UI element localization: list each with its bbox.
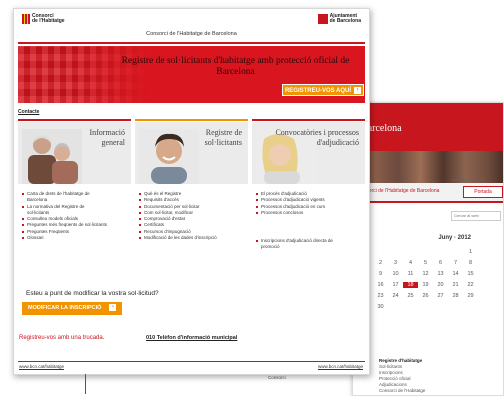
calendar-day[interactable]: 29 xyxy=(463,293,478,299)
column-panel: Informació general xyxy=(18,122,131,184)
calendar-day[interactable]: 5 xyxy=(418,260,433,266)
calendar-day[interactable]: 3 xyxy=(388,260,403,266)
info-columns: Informació general Carta de drets de l'h… xyxy=(18,119,365,289)
footer-url-left[interactable]: www.bcn.cat/habitatge xyxy=(19,364,64,369)
list-item[interactable]: Processos conclosos xyxy=(256,210,325,216)
calendar-day[interactable]: 7 xyxy=(448,260,463,266)
calendar-day[interactable]: 6 xyxy=(433,260,448,266)
column-panel: Registre de sol·licitants xyxy=(135,122,248,184)
call-to-register: Registreu-vos amb una trucada. xyxy=(19,335,105,341)
calendar-day[interactable]: 26 xyxy=(418,293,433,299)
consorci-logo[interactable]: Consorci de l'Habitatge xyxy=(22,13,65,25)
register-button[interactable]: REGISTREU-VOS AQUÍ › xyxy=(282,84,364,96)
column-divider xyxy=(18,119,131,121)
caption-tick xyxy=(85,374,86,394)
registry-links: Què és el Registre Requisits d'accés Doc… xyxy=(139,191,217,241)
back-block-line[interactable]: Consorci de l'Habitatge xyxy=(379,388,479,394)
footer-url-right[interactable]: www.bcn.cat/habitatge xyxy=(318,364,363,369)
calendar-day[interactable]: 4 xyxy=(403,260,418,266)
back-search-input[interactable]: Cercar al web xyxy=(451,211,501,221)
register-button-label: REGISTREU-VOS AQUÍ xyxy=(284,88,352,94)
calendar-day[interactable]: 8 xyxy=(463,260,478,266)
modify-button-label: MODIFICAR LA INSCRIPCIÓ xyxy=(28,305,102,311)
direct-award-links: Inscripcions d'adjudicació directa de pr… xyxy=(256,238,333,251)
arrow-right-icon: › xyxy=(109,304,117,312)
modify-prompt: Esteu a punt de modificar la vostra sol·… xyxy=(26,290,159,297)
ajuntament-logo[interactable]: Ajuntament de Barcelona xyxy=(317,13,361,25)
calendar-day[interactable]: 1 xyxy=(463,249,478,255)
column-title: Informació general xyxy=(89,128,125,147)
calendar-day[interactable]: 13 xyxy=(433,271,448,277)
column-calls: Convocatòries i processos d'adjudicació … xyxy=(252,119,365,289)
calendar-day[interactable]: 22 xyxy=(463,282,478,288)
general-info-links: Carta de drets de l'habitatge de Barcelo… xyxy=(22,191,107,241)
council-name: Consorci de l'Habitatge de Barcelona xyxy=(146,31,237,37)
logo-line: de l'Habitatge xyxy=(32,18,65,24)
column-registry: Registre de sol·licitants Què és el Regi… xyxy=(135,119,248,289)
column-title: Registre de sol·licitants xyxy=(204,128,242,147)
header-divider xyxy=(18,42,365,44)
calendar-day[interactable]: 16 xyxy=(373,282,388,288)
back-nav: Habitatge en cerca Consorci de l'Habitat… xyxy=(353,177,503,203)
calendar-day[interactable]: 21 xyxy=(448,282,463,288)
calendar-day[interactable]: 17 xyxy=(388,282,403,288)
column-divider xyxy=(135,119,248,121)
calendar-day[interactable]: 9 xyxy=(373,271,388,277)
consorci-logo-mark xyxy=(22,14,30,24)
list-item[interactable]: Glossari xyxy=(22,235,107,241)
calendar-day[interactable]: 12 xyxy=(418,271,433,277)
calendar-grid: 1 2 3 4 5 6 7 8 9 10 11 12 13 14 15 16 17 18 19 20 21 22 23 24 2… xyxy=(373,249,495,310)
column-title: Convocatòries i processos d'adjudicació xyxy=(275,128,359,147)
calendar: Juny · 2012 1 2 3 4 5 6 7 8 9 10 11 12 13 14 15 16 17 18 1… xyxy=(373,235,495,310)
back-footer: Consorci xyxy=(268,375,286,380)
calendar-day[interactable]: 28 xyxy=(448,293,463,299)
calendar-day[interactable]: 10 xyxy=(388,271,403,277)
phone-link[interactable]: 010 Telèfon d'informació municipal xyxy=(146,335,237,341)
calls-links: El procés d'adjudicació Processos d'adju… xyxy=(256,191,325,216)
calendar-day xyxy=(373,249,388,255)
banner-title: Registre de sol·licitants d'habitatge am… xyxy=(121,56,350,77)
calendar-day xyxy=(403,249,418,255)
calendar-day[interactable]: 19 xyxy=(418,282,433,288)
calendar-day[interactable]: 18 xyxy=(403,282,418,288)
calendar-day[interactable]: 20 xyxy=(433,282,448,288)
column-divider xyxy=(252,119,365,121)
ajuntament-logo-mark xyxy=(317,14,328,24)
ajuntament-logo-text: Ajuntament de Barcelona xyxy=(330,14,361,24)
contact-link[interactable]: Contacte xyxy=(18,109,39,115)
calendar-day[interactable]: 24 xyxy=(388,293,403,299)
calendar-day xyxy=(418,249,433,255)
calendar-day[interactable]: 15 xyxy=(463,271,478,277)
list-item[interactable]: promoció xyxy=(256,244,333,250)
calendar-day[interactable]: 2 xyxy=(373,260,388,266)
calendar-day[interactable]: 14 xyxy=(448,271,463,277)
calendar-day[interactable]: 27 xyxy=(433,293,448,299)
footer-divider xyxy=(18,361,365,362)
back-window: Barcelona Habitatge en cerca Consorci de… xyxy=(352,102,504,396)
calendar-day[interactable]: 30 xyxy=(373,304,388,310)
calendar-day xyxy=(433,249,448,255)
back-nav-right[interactable]: Portada xyxy=(463,186,503,198)
back-side-block: Registre d'habitatge Sol·licitants Inscr… xyxy=(379,358,479,394)
consorci-logo-text: Consorci de l'Habitatge xyxy=(32,14,65,24)
top-bar: Consorci de l'Habitatge Ajuntament de Ba… xyxy=(14,9,369,29)
column-panel: Convocatòries i processos d'adjudicació xyxy=(252,122,365,184)
modify-registration-button[interactable]: MODIFICAR LA INSCRIPCIÓ › xyxy=(22,302,122,315)
back-nav-top[interactable]: Habitatge en cerca xyxy=(451,177,485,182)
arrow-right-icon: › xyxy=(354,86,362,94)
calendar-title: Juny · 2012 xyxy=(438,235,471,241)
list-item[interactable]: Modificació de les dades d'inscripció xyxy=(139,235,217,241)
calendar-day xyxy=(448,249,463,255)
column-general-info: Informació general Carta de drets de l'h… xyxy=(18,119,131,289)
calendar-day[interactable]: 25 xyxy=(403,293,418,299)
calendar-day xyxy=(388,249,403,255)
front-window: Consorci de l'Habitatge Ajuntament de Ba… xyxy=(13,8,370,375)
registry-banner: Registre de sol·licitants d'habitatge am… xyxy=(18,46,365,103)
calendar-day[interactable]: 23 xyxy=(373,293,388,299)
logo-line: de Barcelona xyxy=(329,18,361,24)
calendar-day[interactable]: 11 xyxy=(403,271,418,277)
